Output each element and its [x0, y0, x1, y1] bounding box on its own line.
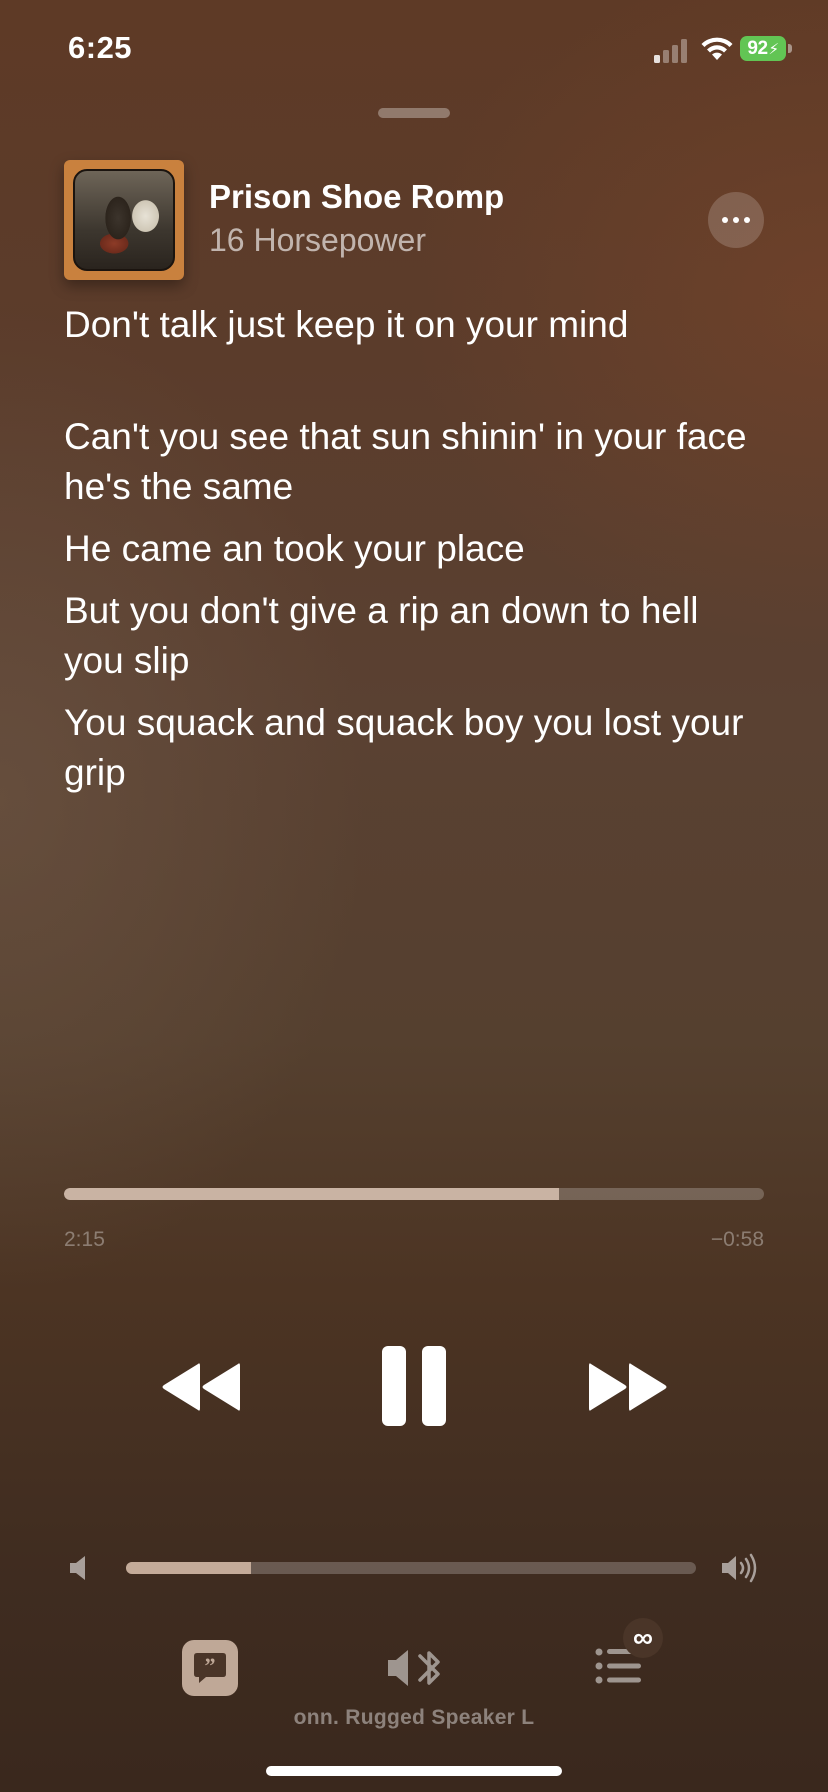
lyrics-quote-icon: ” [194, 1653, 226, 1683]
more-options-button[interactable] [708, 192, 764, 248]
forward-icon [589, 1363, 667, 1411]
speaker-low-icon [70, 1556, 85, 1580]
pause-icon [382, 1346, 406, 1426]
pause-button[interactable] [382, 1346, 446, 1428]
lyrics-panel[interactable]: Don't talk just keep it on your mind Can… [64, 300, 764, 810]
backward-icon [162, 1363, 240, 1411]
speaker-high-icon [722, 1553, 757, 1583]
rewind-button[interactable] [158, 1358, 244, 1416]
lyric-line[interactable]: He came an took your place [64, 524, 764, 574]
fast-forward-button[interactable] [585, 1358, 671, 1416]
bluetooth-speaker-icon [388, 1650, 440, 1686]
sheet-grabber[interactable] [378, 108, 450, 118]
time-elapsed: 2:15 [64, 1228, 105, 1251]
signal-icon [654, 39, 687, 63]
playback-progress-slider[interactable] [64, 1188, 764, 1200]
lyric-line[interactable]: Don't talk just keep it on your mind [64, 300, 764, 350]
song-title[interactable]: Prison Shoe Romp [209, 178, 504, 216]
time-remaining: −0:58 [710, 1228, 764, 1251]
ellipsis-icon [722, 217, 728, 223]
output-device-label[interactable]: onn. Rugged Speaker L [0, 1706, 828, 1730]
home-indicator[interactable] [266, 1766, 562, 1776]
volume-slider[interactable] [126, 1562, 696, 1574]
svg-text:”: ” [205, 1653, 216, 1678]
battery-charging-icon: 92 ⚡ [740, 34, 792, 62]
bluetooth-speaker-button[interactable] [386, 1642, 444, 1694]
autoplay-infinity-badge[interactable]: ∞ [623, 1618, 663, 1658]
status-time: 6:25 [68, 30, 133, 65]
wifi-icon [701, 37, 733, 60]
battery-level: 92 ⚡ [740, 36, 786, 61]
lyric-line[interactable]: Can't you see that sun shinin' in your f… [64, 412, 764, 512]
song-artist[interactable]: 16 Horsepower [209, 222, 426, 259]
playback-progress-fill [64, 1188, 559, 1200]
lyrics-button[interactable]: ” [182, 1640, 238, 1696]
album-artwork[interactable] [64, 160, 184, 280]
lyric-line[interactable]: You squack and squack boy you lost your … [64, 698, 764, 798]
lyric-line[interactable]: But you don't give a rip an down to hell… [64, 586, 764, 686]
volume-fill [126, 1562, 252, 1574]
